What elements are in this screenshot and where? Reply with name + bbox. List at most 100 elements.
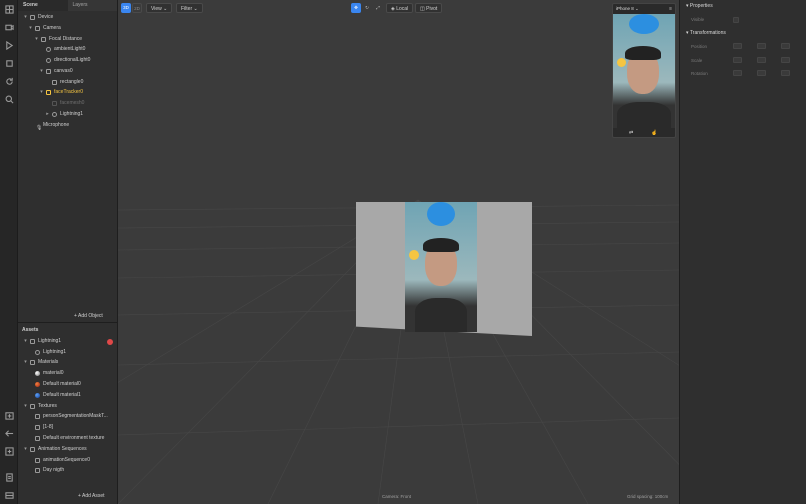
position-x-field[interactable] xyxy=(733,43,742,49)
asset-item-default-material0[interactable]: Default material0 xyxy=(35,379,81,389)
tree-item-label: Camera xyxy=(43,25,61,31)
scale-z-field[interactable] xyxy=(781,57,790,63)
tree-item-directional-light[interactable]: directionalLight0 xyxy=(46,55,90,65)
panel-divider xyxy=(18,322,118,323)
scale-label: Scale xyxy=(691,58,703,63)
tree-item-focal-distance[interactable]: ▾ Focal Distance xyxy=(34,34,82,44)
asset-item-lightning[interactable]: Lightning1 xyxy=(35,347,66,357)
rotation-z-field[interactable] xyxy=(781,70,790,76)
chevron-down-icon: ⌄ xyxy=(163,6,168,12)
chevron-down-icon[interactable]: ▾ xyxy=(39,66,44,76)
tree-item-canvas[interactable]: ▾ canvas0 xyxy=(39,66,72,76)
asset-item-animation0[interactable]: animationSequence0 xyxy=(35,455,90,465)
transformations-section[interactable]: ▾ Transformations xyxy=(686,30,726,36)
add-box-icon[interactable] xyxy=(4,446,14,456)
tree-item-label: Device xyxy=(38,14,54,20)
export-icon[interactable] xyxy=(4,410,14,420)
tree-item-microphone[interactable]: 🎙 Microphone xyxy=(36,120,69,131)
local-button[interactable]: ◈ Local xyxy=(386,3,414,13)
tree-item-device[interactable]: ▾ Device xyxy=(23,12,53,22)
touch-icon[interactable]: ☝ xyxy=(651,130,657,136)
tree-item-label: faceTracker0 xyxy=(54,89,83,95)
tree-item-label: Lightning1 xyxy=(60,111,84,117)
texture-icon xyxy=(35,435,40,441)
asset-item-lightning-group[interactable]: ▾ Lightning1 xyxy=(23,336,61,346)
chevron-down-icon[interactable]: ▾ xyxy=(23,336,28,346)
chevron-down-icon[interactable]: ▾ xyxy=(23,357,28,367)
search-icon[interactable] xyxy=(4,94,14,104)
asset-label: Lightning1 xyxy=(38,338,62,344)
asset-item-env-texture[interactable]: Default environment texture xyxy=(35,433,104,443)
app-window: Scene Layers ▾ Device ▾ Camera ▾ Focal Dist… xyxy=(0,0,806,504)
tree-item-label: Focal Distance xyxy=(49,36,83,42)
mode-2d-toggle[interactable]: 2D xyxy=(132,3,142,13)
asset-label: Textures xyxy=(38,403,57,409)
rotation-x-field[interactable] xyxy=(733,70,742,76)
rotation-y-field[interactable] xyxy=(757,70,766,76)
rotate-tool-icon[interactable]: ↻ xyxy=(362,3,372,13)
chevron-down-icon[interactable]: ▾ xyxy=(23,12,28,22)
tree-item-rectangle[interactable]: rectangle0 xyxy=(52,77,83,87)
document-icon[interactable] xyxy=(4,472,14,482)
upload-icon[interactable] xyxy=(4,428,14,438)
asset-item-default-material1[interactable]: Default material1 xyxy=(35,390,81,400)
microphone-icon: 🎙 xyxy=(36,124,43,131)
tree-item-lightning[interactable]: ▸ Lightning1 xyxy=(45,109,83,119)
folder-icon xyxy=(30,403,35,409)
position-z-field[interactable] xyxy=(781,43,790,49)
scale-y-field[interactable] xyxy=(757,57,766,63)
scale-x-field[interactable] xyxy=(733,57,742,63)
add-asset-button[interactable]: + Add Asset xyxy=(78,493,105,499)
switch-camera-icon[interactable]: ⇄ xyxy=(629,130,633,136)
refresh-icon[interactable] xyxy=(4,76,14,86)
play-icon[interactable] xyxy=(4,40,14,50)
chevron-down-icon[interactable]: ▾ xyxy=(34,34,39,44)
view-dropdown[interactable]: View ⌄ xyxy=(146,3,173,13)
camera-preview-plane[interactable] xyxy=(405,202,477,332)
properties-section[interactable]: ▾ Properties xyxy=(686,3,713,9)
chevron-down-icon[interactable]: ▾ xyxy=(23,401,28,411)
video-icon[interactable] xyxy=(4,22,14,32)
add-object-button[interactable]: + Add Object xyxy=(74,313,103,319)
asset-item-segmentation[interactable]: personSegmentationMaskT... xyxy=(35,411,108,421)
grid-spacing-label: Grid spacing: 100cm xyxy=(627,494,669,499)
tree-item-label: facemesh0 xyxy=(60,100,85,106)
canvas-icon xyxy=(46,68,51,74)
tree-item-camera[interactable]: ▾ Camera xyxy=(28,23,61,33)
material-ball-icon xyxy=(35,381,40,387)
tab-layers[interactable]: Layers xyxy=(67,0,117,11)
asset-item-textures[interactable]: ▾ Textures xyxy=(23,401,57,411)
panel-icon[interactable] xyxy=(4,490,14,500)
texture-icon xyxy=(35,413,40,419)
move-tool-icon[interactable]: ✥ xyxy=(351,3,361,13)
square-icon[interactable] xyxy=(4,58,14,68)
asset-label: Default material0 xyxy=(43,381,81,387)
filter-dropdown[interactable]: Filter ⌄ xyxy=(176,3,203,13)
mode-3d-toggle[interactable]: 3D xyxy=(121,3,131,13)
grid-icon[interactable] xyxy=(4,4,14,14)
rectangle-icon xyxy=(52,79,57,85)
asset-item-day-night[interactable]: Day nigth xyxy=(35,465,64,475)
tree-item-face-tracker[interactable]: ▾ faceTracker0 xyxy=(39,87,83,97)
device-icon xyxy=(30,14,35,20)
asset-item-animation-sequences[interactable]: ▾ Animation Sequences xyxy=(23,444,86,454)
asset-item-sequence[interactable]: [1-8] xyxy=(35,422,53,432)
device-simulator[interactable]: iPhone 8 ⌄ ≡ ⇄ ☝ xyxy=(612,3,676,138)
error-badge-icon[interactable] xyxy=(107,339,113,345)
tree-item-facemesh[interactable]: facemesh0 xyxy=(52,98,84,108)
position-y-field[interactable] xyxy=(757,43,766,49)
pivot-button[interactable]: ◫ Pivot xyxy=(415,3,443,13)
chevron-down-icon[interactable]: ▾ xyxy=(39,87,44,97)
scale-tool-icon[interactable]: ⤢ xyxy=(373,3,383,13)
asset-item-materials[interactable]: ▾ Materials xyxy=(23,357,58,367)
viewport[interactable]: 3D 2D View ⌄ Filter ⌄ ✥ ↻ ⤢ ◈ Local ◫ Pi… xyxy=(118,0,679,504)
chevron-down-icon[interactable]: ▾ xyxy=(23,444,28,454)
tab-scene[interactable]: Scene xyxy=(18,0,68,11)
tree-item-ambient-light[interactable]: ambientLight0 xyxy=(46,44,85,54)
device-select[interactable]: iPhone 8 ⌄ xyxy=(616,6,639,12)
chevron-down-icon[interactable]: ▾ xyxy=(28,23,33,33)
asset-item-material0[interactable]: material0 xyxy=(35,368,64,378)
menu-icon[interactable]: ≡ xyxy=(669,6,672,12)
chevron-right-icon[interactable]: ▸ xyxy=(45,109,50,119)
visible-checkbox[interactable] xyxy=(733,17,739,23)
